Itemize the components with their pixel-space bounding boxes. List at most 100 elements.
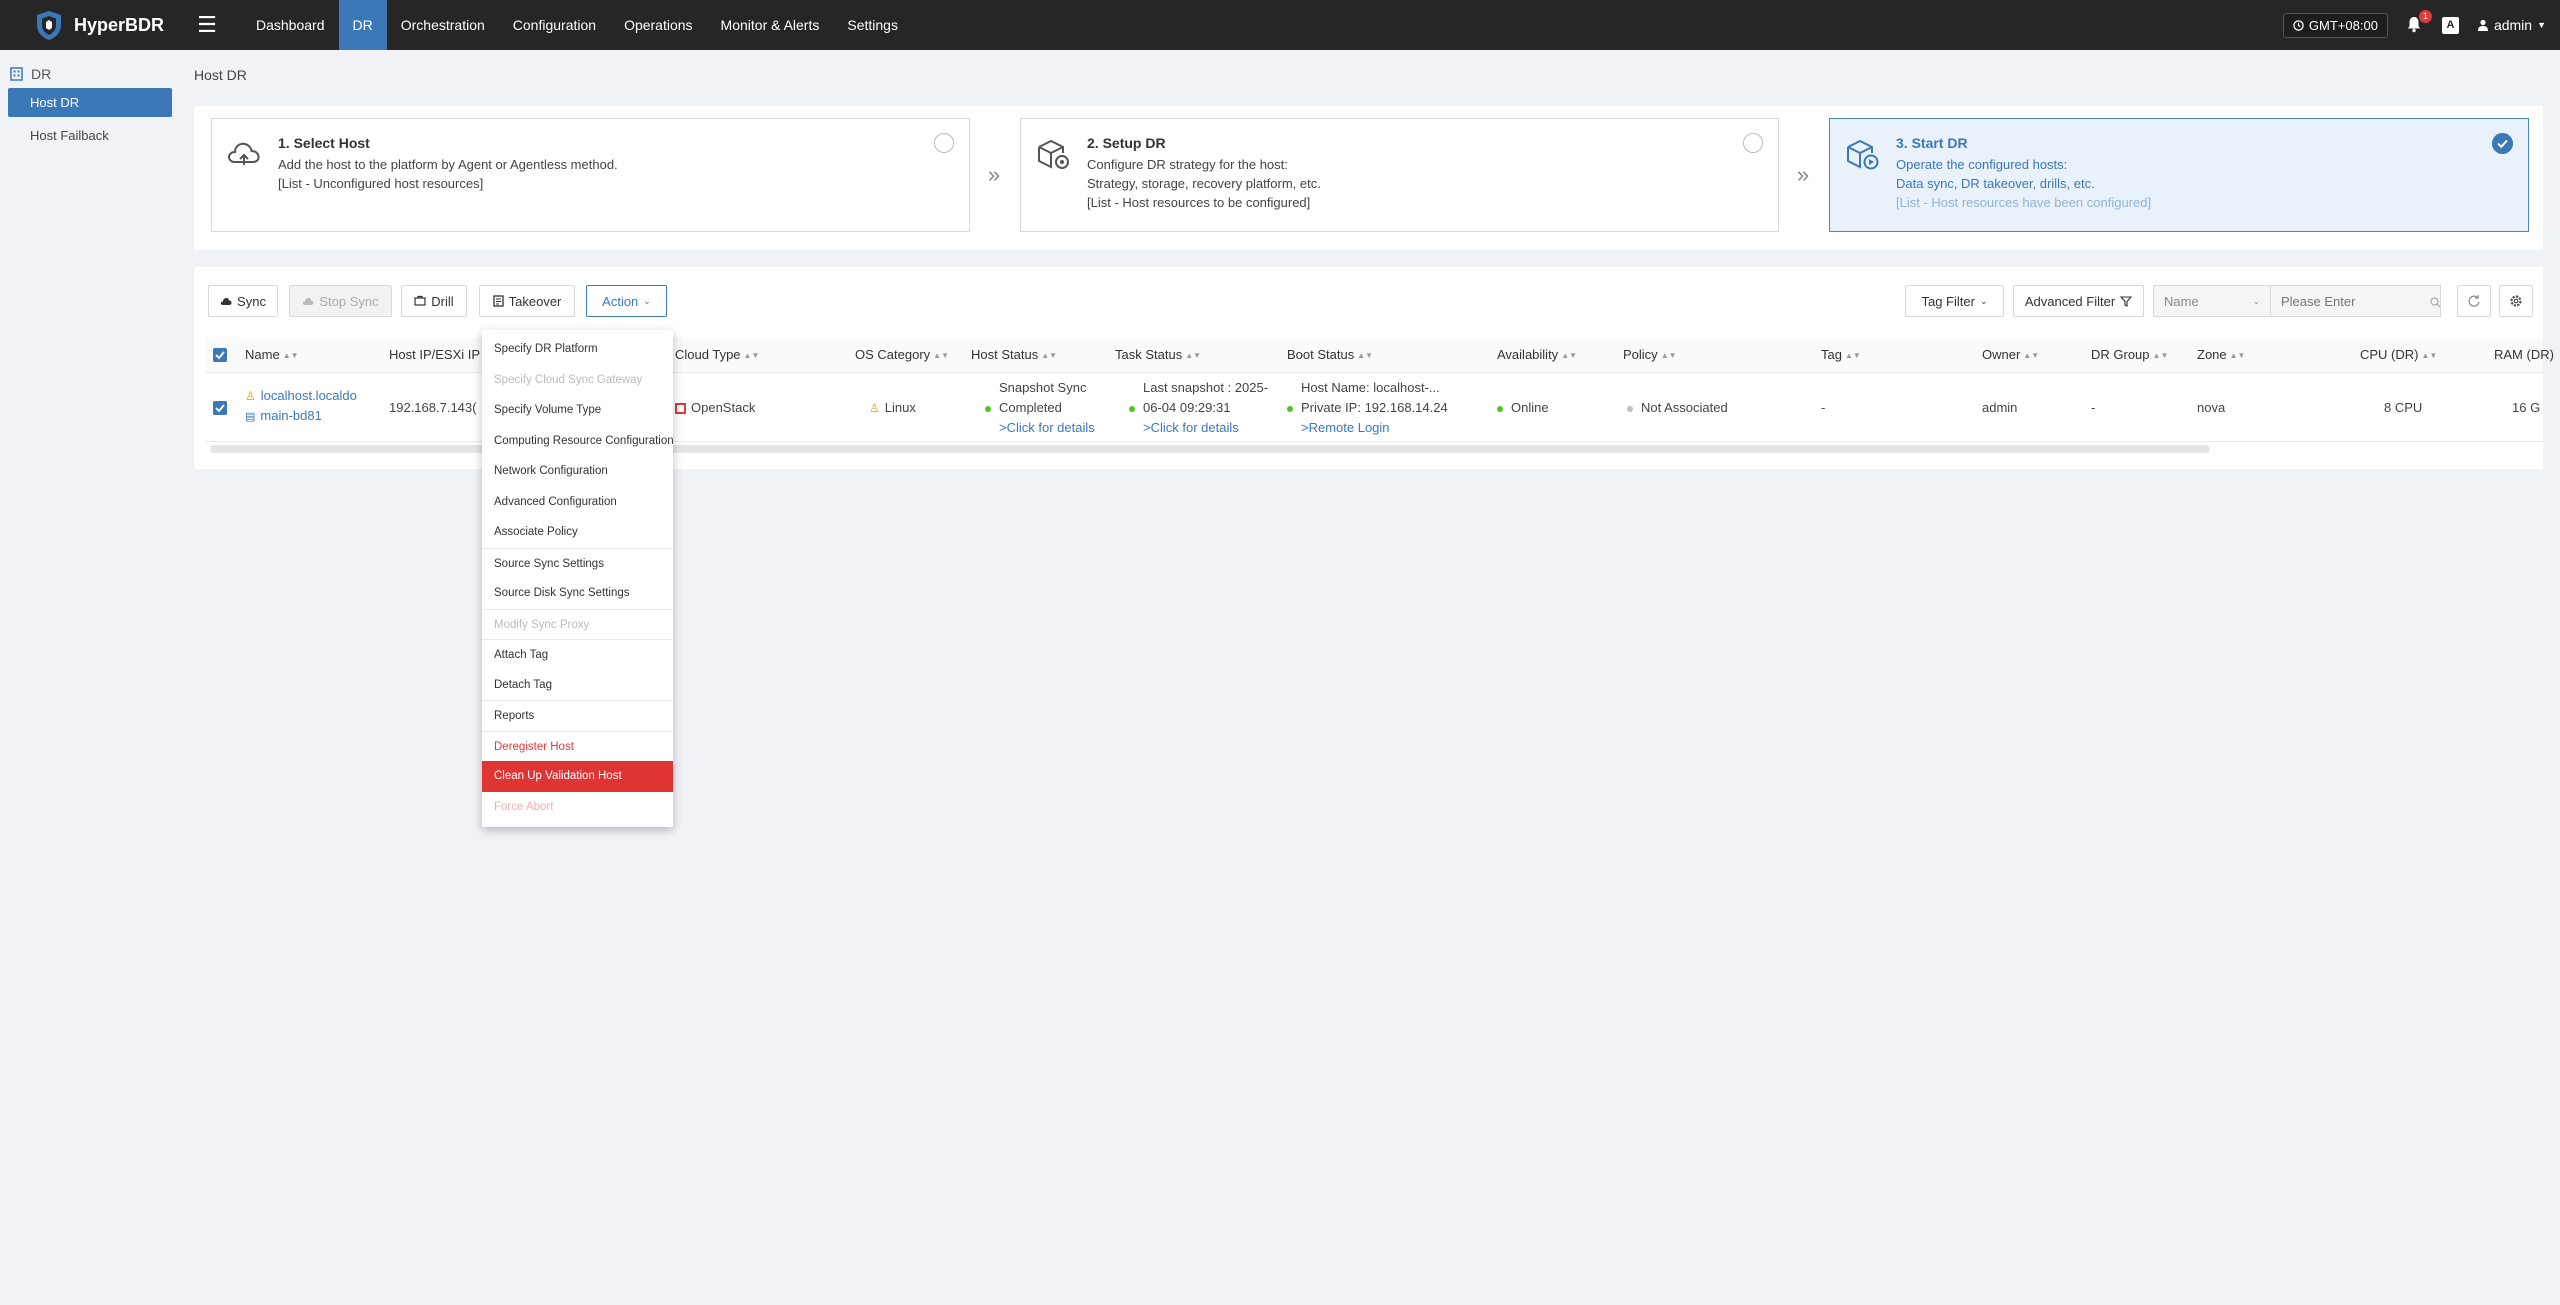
step-select-host[interactable]: 1. Select Host Add the host to the platf…	[211, 118, 970, 232]
menu-item-source-sync-settings[interactable]: Source Sync Settings	[482, 547, 673, 579]
shield-logo-icon	[37, 11, 61, 40]
nav-dr[interactable]: DR	[338, 0, 387, 50]
drill-button[interactable]: Drill	[401, 285, 467, 317]
menu-item-associate-policy[interactable]: Associate Policy	[482, 517, 673, 548]
settings-button[interactable]	[2499, 285, 2533, 317]
menu-item-deregister-host[interactable]: Deregister Host	[482, 730, 673, 762]
column-header-cpu[interactable]: CPU (DR) ▲▼	[2360, 337, 2437, 373]
host-name-link[interactable]: main-bd81	[260, 408, 321, 423]
sync-button[interactable]: Sync	[208, 285, 278, 317]
timezone-label: GMT+08:00	[2308, 17, 2378, 33]
boot-status-cell: Host Name: localhost-... Private IP: 192…	[1287, 378, 1448, 438]
menu-item-computing-resource-configuration[interactable]: Computing Resource Configuration	[482, 426, 674, 457]
takeover-button[interactable]: Takeover	[479, 285, 575, 317]
timezone-button[interactable]: GMT+08:00	[2282, 12, 2388, 38]
menu-item-network-configuration[interactable]: Network Configuration	[482, 456, 673, 487]
linux-icon: ♙	[869, 401, 880, 415]
app-logo[interactable]: HyperBDR	[34, 9, 194, 41]
column-header-policy[interactable]: Policy ▲▼	[1623, 337, 1677, 373]
search-field-select[interactable]: Name ⌄	[2153, 285, 2271, 317]
column-header-owner[interactable]: Owner ▲▼	[1982, 337, 2039, 373]
remote-login-link[interactable]: >Remote Login	[1287, 418, 1448, 438]
menu-item-advanced-configuration[interactable]: Advanced Configuration	[482, 487, 673, 518]
step-radio[interactable]	[934, 133, 954, 153]
nav-orchestration[interactable]: Orchestration	[387, 0, 499, 50]
sidebar-item-host-failback[interactable]: Host Failback	[8, 121, 172, 150]
column-label: Name	[245, 347, 280, 362]
column-header-ram[interactable]: RAM (DR)	[2494, 337, 2554, 373]
openstack-icon	[675, 403, 686, 415]
column-label: DR Group	[2091, 347, 2150, 362]
nav-monitor-alerts[interactable]: Monitor & Alerts	[707, 0, 834, 50]
column-label: CPU (DR)	[2360, 347, 2419, 362]
tag-filter-button[interactable]: Tag Filter ⌄	[1905, 285, 2004, 317]
column-header-boot-status[interactable]: Boot Status ▲▼	[1287, 337, 1373, 373]
menu-item-force-abort[interactable]: Force Abort	[482, 792, 673, 823]
page-title: Host DR	[194, 67, 247, 83]
user-icon	[2477, 19, 2488, 31]
column-header-availability[interactable]: Availability ▲▼	[1497, 337, 1577, 373]
column-header-cloud-type[interactable]: Cloud Type ▲▼	[675, 337, 759, 373]
clock-icon	[2293, 19, 2304, 31]
column-header-tag[interactable]: Tag ▲▼	[1821, 337, 1861, 373]
cloud-upload-icon	[228, 142, 260, 165]
host-status-line: Snapshot Sync	[999, 380, 1087, 395]
column-header-os-category[interactable]: OS Category ▲▼	[855, 337, 949, 373]
row-checkbox[interactable]	[213, 401, 227, 415]
column-header-zone[interactable]: Zone ▲▼	[2197, 337, 2245, 373]
search-icon[interactable]	[2430, 297, 2441, 308]
step-radio[interactable]	[1743, 133, 1763, 153]
column-header-host-status[interactable]: Host Status ▲▼	[971, 337, 1057, 373]
nav-configuration[interactable]: Configuration	[499, 0, 610, 50]
check-circle-icon[interactable]	[2492, 133, 2513, 154]
box-settings-icon	[1038, 139, 1069, 169]
menu-item-source-disk-sync-settings[interactable]: Source Disk Sync Settings	[482, 578, 673, 609]
language-icon[interactable]: A	[2441, 16, 2459, 34]
takeover-label: Takeover	[508, 293, 562, 309]
action-dropdown-button[interactable]: Action ⌄	[586, 285, 667, 317]
host-name-link[interactable]: localhost.localdo	[261, 388, 357, 403]
notification-button[interactable]: 1	[2406, 10, 2432, 34]
search-field-label: Name	[2164, 293, 2199, 309]
task-status-details-link[interactable]: >Click for details	[1129, 418, 1268, 438]
chevron-down-icon: ▼	[2537, 20, 2546, 30]
step-description: [List - Host resources to be configured]	[1087, 195, 1311, 210]
nav-dashboard[interactable]: Dashboard	[242, 0, 339, 50]
sort-icon: ▲▼	[2229, 350, 2246, 360]
nav-operations[interactable]: Operations	[610, 0, 706, 50]
sort-icon: ▲▼	[1357, 350, 1374, 360]
sidebar-section-label: DR	[31, 66, 52, 82]
step-setup-dr[interactable]: 2. Setup DR Configure DR strategy for th…	[1020, 118, 1779, 232]
column-header-name[interactable]: Name ▲▼	[245, 337, 299, 373]
menu-item-reports[interactable]: Reports	[482, 700, 673, 731]
advanced-filter-button[interactable]: Advanced Filter	[2013, 285, 2144, 317]
stop-sync-button[interactable]: Stop Sync	[289, 285, 392, 317]
host-status-details-link[interactable]: >Click for details	[985, 418, 1095, 438]
sort-icon: ▲▼	[1041, 350, 1058, 360]
menu-item-specify-dr-platform[interactable]: Specify DR Platform	[482, 334, 673, 365]
task-status-cell: Last snapshot : 2025- 06-04 09:29:31 >Cl…	[1129, 378, 1268, 438]
select-all-checkbox[interactable]	[213, 348, 227, 362]
step-start-dr[interactable]: 3. Start DR Operate the configured hosts…	[1829, 118, 2529, 232]
column-header-dr-group[interactable]: DR Group ▲▼	[2091, 337, 2168, 373]
menu-item-modify-sync-proxy[interactable]: Modify Sync Proxy	[482, 608, 673, 640]
building-icon	[10, 67, 23, 81]
menu-item-specify-cloud-sync-gateway[interactable]: Specify Cloud Sync Gateway	[482, 365, 673, 396]
chevron-down-icon: ⌄	[643, 295, 651, 306]
takeover-icon	[492, 295, 504, 307]
cloud-type-label: OpenStack	[691, 400, 756, 415]
step-title: 2. Setup DR	[1087, 135, 1166, 151]
column-header-task-status[interactable]: Task Status ▲▼	[1115, 337, 1201, 373]
menu-item-detach-tag[interactable]: Detach Tag	[482, 670, 673, 701]
sidebar-item-host-dr[interactable]: Host DR	[8, 88, 172, 117]
refresh-button[interactable]	[2457, 285, 2491, 317]
sort-icon: ▲▼	[1660, 350, 1677, 360]
search-input[interactable]	[2271, 285, 2441, 317]
nav-settings[interactable]: Settings	[833, 0, 912, 50]
user-menu[interactable]: admin ▼	[2477, 17, 2546, 33]
host-ip-cell: 192.168.7.143(	[389, 400, 477, 415]
menu-item-specify-volume-type[interactable]: Specify Volume Type	[482, 395, 673, 426]
menu-item-clean-up-validation-host[interactable]: Clean Up Validation Host	[482, 761, 673, 792]
menu-item-attach-tag[interactable]: Attach Tag	[482, 639, 673, 670]
menu-toggle-icon[interactable]: ☰	[196, 0, 218, 50]
